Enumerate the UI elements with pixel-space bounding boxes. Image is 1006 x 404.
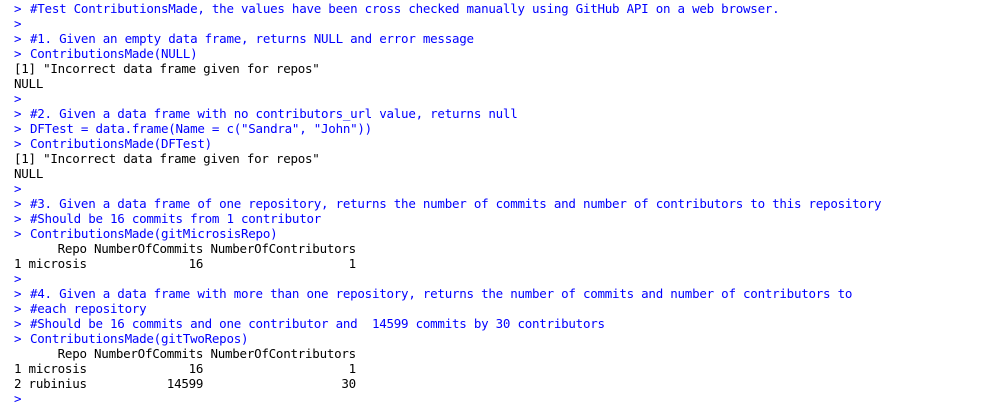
- console-input-text: #4. Given a data frame with more than on…: [30, 286, 853, 301]
- console-prompt: >: [14, 211, 22, 226]
- console-input-text: #Should be 16 commits and one contributo…: [30, 316, 605, 331]
- console-input-line: > #Should be 16 commits from 1 contributo…: [14, 211, 1006, 226]
- console-input-line: > #each repository: [14, 301, 1006, 316]
- console-input-text: #1. Given an empty data frame, returns N…: [30, 31, 474, 46]
- console-prompt: >: [14, 91, 22, 106]
- console-prompt: >: [14, 106, 22, 121]
- console-prompt: >: [14, 196, 22, 211]
- console-output-line: [1] "Incorrect data frame given for repo…: [14, 151, 1006, 166]
- console-prompt: >: [14, 316, 22, 331]
- console-output-line: 1 microsis 16 1: [14, 361, 1006, 376]
- console-input-line: >: [14, 91, 1006, 106]
- console-prompt: >: [14, 181, 22, 196]
- console-output-line: Repo NumberOfCommits NumberOfContributor…: [14, 346, 1006, 361]
- console-output-text: Repo NumberOfCommits NumberOfContributor…: [14, 346, 357, 361]
- console-input-line: > ContributionsMade(DFTest): [14, 136, 1006, 151]
- console-input-line: > #2. Given a data frame with no contribu…: [14, 106, 1006, 121]
- console-input-text: DFTest = data.frame(Name = c("Sandra", "…: [30, 121, 372, 136]
- console-input-line: >: [14, 271, 1006, 286]
- console-output-text: [1] "Incorrect data frame given for repo…: [14, 151, 320, 166]
- console-output-line: 2 rubinius 14599 30: [14, 376, 1006, 391]
- console-output-text: 1 microsis 16 1: [14, 361, 356, 376]
- console-input-line: > #1. Given an empty data frame, returns …: [14, 31, 1006, 46]
- console-output-text: 2 rubinius 14599 30: [14, 376, 356, 391]
- console-input-line: > #Test ContributionsMade, the values hav…: [14, 1, 1006, 16]
- console-output-line: NULL: [14, 166, 1006, 181]
- console-prompt: >: [14, 46, 22, 61]
- console-output-line: Repo NumberOfCommits NumberOfContributor…: [14, 241, 1006, 256]
- console-output-text: NULL: [14, 76, 44, 91]
- console-prompt: >: [14, 301, 22, 316]
- console-input-line: >: [14, 16, 1006, 31]
- console-output-text: NULL: [14, 166, 44, 181]
- console-prompt: >: [14, 271, 22, 286]
- console-input-line: > ContributionsMade(gitTwoRepos): [14, 331, 1006, 346]
- console-input-line: > #4. Given a data frame with more than o…: [14, 286, 1006, 301]
- console-input-text: #2. Given a data frame with no contribut…: [30, 106, 518, 121]
- console-prompt: >: [14, 331, 22, 346]
- console-prompt: >: [14, 136, 22, 151]
- console-input-line: >: [14, 181, 1006, 196]
- console-output-text: Repo NumberOfCommits NumberOfContributor…: [14, 241, 357, 256]
- console-input-text: ContributionsMade(gitTwoRepos): [30, 331, 249, 346]
- console-output-line: [1] "Incorrect data frame given for repo…: [14, 61, 1006, 76]
- console-output-text: [1] "Incorrect data frame given for repo…: [14, 61, 320, 76]
- console-input-line: >: [14, 391, 1006, 404]
- console-input-line: > #Should be 16 commits and one contribut…: [14, 316, 1006, 331]
- console-input-text: ContributionsMade(gitMicrosisRepo): [30, 226, 278, 241]
- console-output-line: 1 microsis 16 1: [14, 256, 1006, 271]
- console-prompt: >: [14, 226, 22, 241]
- console-prompt: >: [14, 391, 22, 404]
- console-output-text: 1 microsis 16 1: [14, 256, 356, 271]
- console-input-text: #Test ContributionsMade, the values have…: [30, 1, 780, 16]
- console-input-text: #Should be 16 commits from 1 contributor: [30, 211, 322, 226]
- console-input-line: > ContributionsMade(NULL): [14, 46, 1006, 61]
- console-input-line: > ContributionsMade(gitMicrosisRepo): [14, 226, 1006, 241]
- console-input-text: ContributionsMade(NULL): [30, 46, 198, 61]
- console-prompt: >: [14, 286, 22, 301]
- console-input-text: #3. Given a data frame of one repository…: [30, 196, 882, 211]
- console-input-line: > #3. Given a data frame of one repositor…: [14, 196, 1006, 211]
- r-console[interactable]: > #Test ContributionsMade, the values hav…: [0, 0, 1006, 404]
- console-prompt: >: [14, 121, 22, 136]
- console-prompt: >: [14, 16, 22, 31]
- console-input-line: > DFTest = data.frame(Name = c("Sandra", …: [14, 121, 1006, 136]
- console-prompt: >: [14, 1, 22, 16]
- console-prompt: >: [14, 31, 22, 46]
- console-output-line: NULL: [14, 76, 1006, 91]
- console-input-text: ContributionsMade(DFTest): [30, 136, 212, 151]
- console-input-text: #each repository: [30, 301, 147, 316]
